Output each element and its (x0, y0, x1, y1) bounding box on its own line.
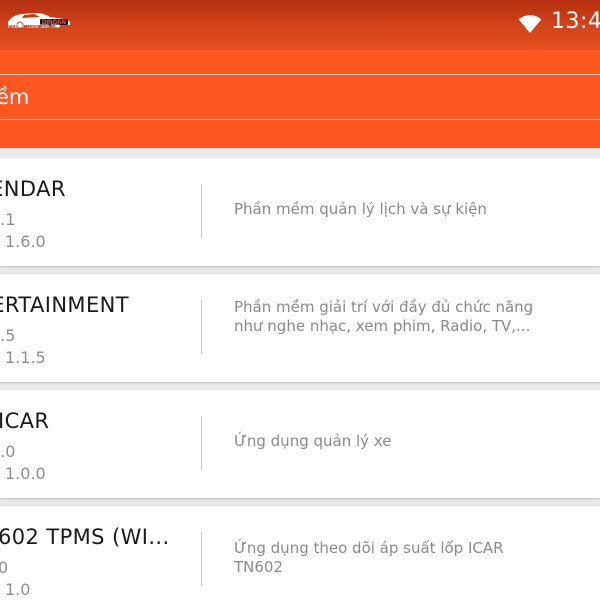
search-input[interactable]: ềm (0, 85, 29, 109)
card-divider (201, 184, 202, 238)
logo-hotline: Hotline: 0388 388 788 (8, 24, 60, 30)
app-name: ICAR (0, 409, 50, 433)
app-version-latest: 1.0.0 (5, 464, 46, 483)
search-field-top-line (0, 74, 600, 75)
list-item[interactable]: ICAR 0.0 1.0.0 Ứng dụng quản lý xe (0, 390, 600, 498)
app-version: 1.5 (0, 326, 16, 345)
app-name: LENDAR (0, 177, 66, 201)
app-version: 0.0 (0, 442, 16, 461)
app-version-latest: 1.0 (5, 580, 31, 599)
app-description: Phần mềm giải trí với đầy đủ chức năng n… (234, 298, 534, 335)
card-divider (201, 416, 202, 470)
app-version: 6.1 (0, 210, 16, 229)
search-field-underline (0, 119, 600, 120)
app-screen: DINGAN Hotline: 0388 388 788 13:4 ềm LEN… (0, 0, 600, 600)
app-name: TERTAINMENT (0, 293, 129, 317)
app-version-latest: 1.6.0 (5, 232, 46, 251)
list-item[interactable]: LENDAR 6.1 1.6.0 Phần mềm quản lý lịch v… (0, 158, 600, 266)
card-divider (201, 532, 202, 586)
status-clock: 13:4 (551, 9, 600, 34)
app-description: Ứng dụng theo dõi áp suất lốp ICAR TN602 (234, 539, 504, 576)
app-description: Ứng dụng quản lý xe (234, 432, 392, 450)
app-bar: ềm (0, 50, 600, 148)
status-bar: DINGAN Hotline: 0388 388 788 13:4 (0, 0, 600, 50)
wifi-icon (518, 15, 542, 33)
app-description: Phần mềm quản lý lịch và sự kiện (234, 200, 487, 218)
app-name: 602 TPMS (WI... (0, 525, 170, 549)
list-item[interactable]: 602 TPMS (WI... 0 1.0 Ứng dụng theo dõi … (0, 506, 600, 600)
app-version-latest: 1.1.5 (5, 348, 46, 367)
list-item[interactable]: TERTAINMENT 1.5 1.1.5 Phần mềm giải trí … (0, 274, 600, 382)
card-divider (201, 300, 202, 354)
app-version: 0 (0, 558, 9, 577)
